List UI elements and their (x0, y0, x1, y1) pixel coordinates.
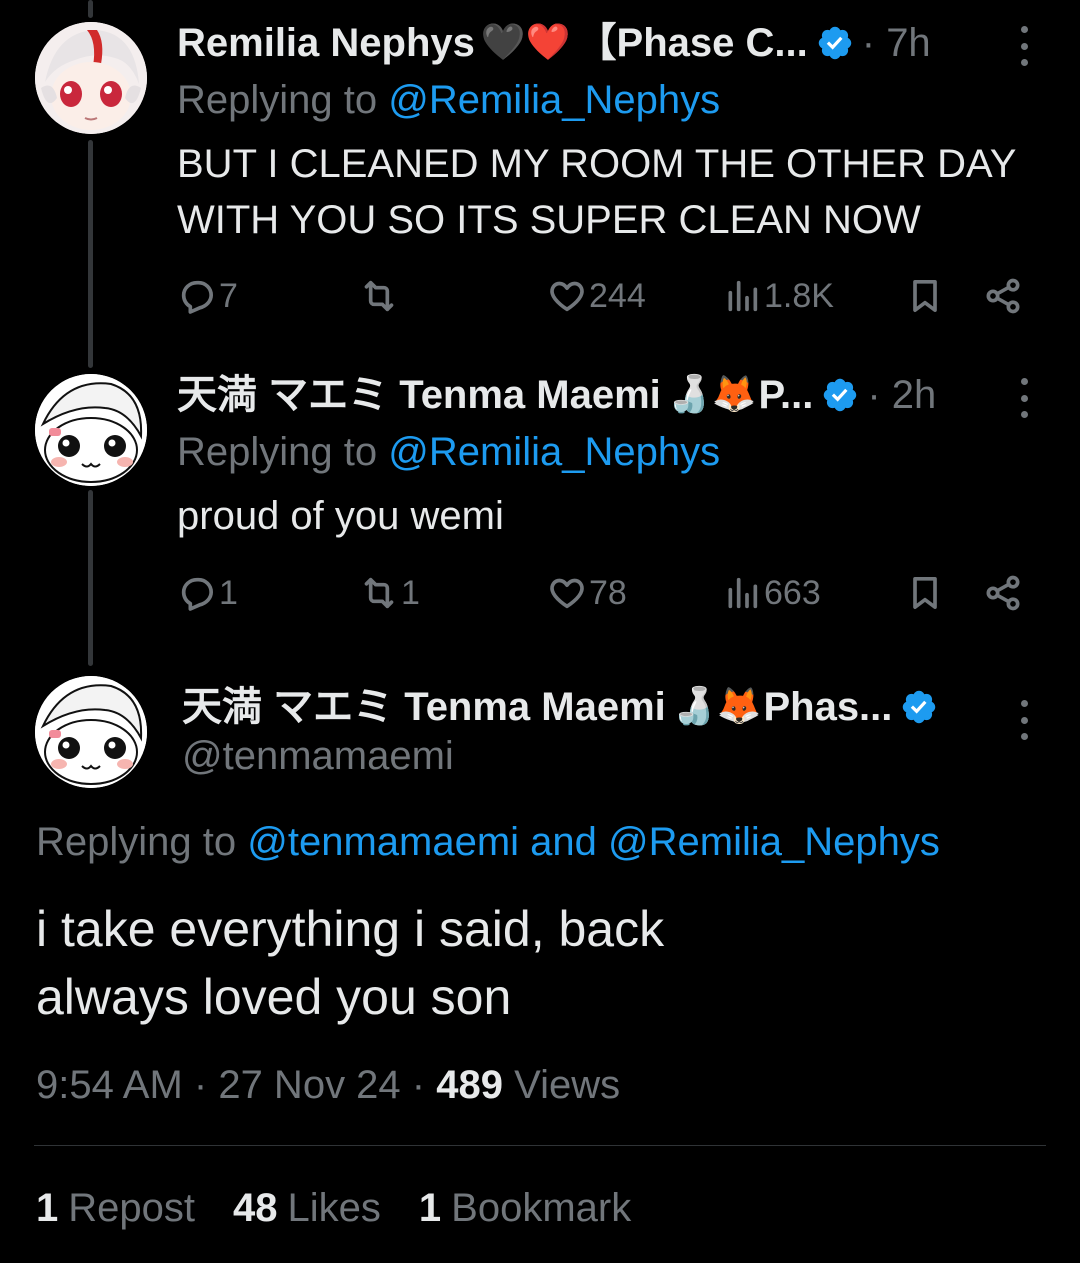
mention-link[interactable]: @Remilia_Nephys (388, 430, 720, 474)
display-name[interactable]: Remilia Nephys (177, 20, 475, 66)
tweet-meta: 9:54 AM · 27 Nov 24 · 489 Views (36, 1063, 621, 1107)
bookmark-icon (913, 577, 937, 609)
reply-button[interactable]: 1 (177, 571, 238, 615)
focal-header: 天満 マエミ Tenma Maemi 🍶🦊 Phas... (182, 684, 938, 730)
tweet-actions: 1 1 78 663 (177, 571, 1037, 615)
tweet-time[interactable]: · 2h (867, 372, 936, 418)
share-icon (986, 278, 1020, 314)
replying-to: Replying to @tenmamaemi and @Remilia_Nep… (36, 820, 940, 864)
tweet-text: BUT I CLEANED MY ROOM THE OTHER DAY WITH… (177, 142, 1017, 242)
likes-stat[interactable]: 48 Likes (233, 1186, 381, 1231)
views-button[interactable]: 1.8K (722, 274, 834, 318)
share-button[interactable] (983, 571, 1023, 615)
divider (34, 1145, 1046, 1146)
verified-icon (824, 378, 857, 412)
more-icon[interactable] (1017, 378, 1031, 418)
views-button[interactable]: 663 (722, 571, 821, 615)
display-name-suffix: Phas... (763, 685, 893, 729)
tweet-text: i take everything i said, back always lo… (36, 901, 665, 1025)
like-icon (550, 281, 584, 312)
engagement-stats: 1 Repost 48 Likes 1 Bookmark (36, 1186, 631, 1231)
mention-link[interactable]: @tenmamaemi (247, 820, 519, 864)
display-name-suffix: P... (758, 373, 814, 417)
verified-icon (818, 26, 851, 60)
share-icon (986, 575, 1020, 611)
user-handle[interactable]: @tenmamaemi (182, 734, 454, 779)
repost-button[interactable] (359, 274, 401, 318)
thread-line-1 (88, 140, 93, 368)
reposts-stat[interactable]: 1 Repost (36, 1186, 195, 1231)
display-name-suffix: 【Phase C... (576, 21, 808, 65)
avatar[interactable] (35, 374, 147, 486)
replying-to: Replying to @Remilia_Nephys (177, 430, 721, 474)
views-icon (728, 577, 758, 609)
share-button[interactable] (983, 274, 1023, 318)
mention-link[interactable]: @Remilia_Nephys (608, 820, 940, 864)
views-count: 489 (436, 1063, 503, 1107)
tweet-text: proud of you wemi (177, 494, 504, 538)
replying-to: Replying to @Remilia_Nephys (177, 78, 721, 122)
more-icon[interactable] (1017, 26, 1031, 66)
repost-icon (364, 577, 394, 609)
repost-button[interactable]: 1 (359, 571, 420, 615)
like-button[interactable]: 78 (547, 571, 627, 615)
tweet-actions: 7 244 1.8K (177, 274, 1037, 318)
avatar[interactable] (35, 676, 147, 788)
name-emoji: 🍶🦊 (671, 686, 762, 727)
thread-line-2 (88, 490, 93, 666)
bookmark-button[interactable] (905, 274, 945, 318)
verified-icon (903, 690, 936, 724)
reply-button[interactable]: 7 (177, 274, 238, 318)
display-name[interactable]: 天満 マエミ Tenma Maemi (182, 684, 666, 730)
repost-icon (364, 280, 394, 312)
tweet-header: 天満 マエミ Tenma Maemi 🍶🦊 P... · 2h (177, 372, 936, 418)
tweet-date[interactable]: 27 Nov 24 (218, 1063, 400, 1107)
bookmarks-stat[interactable]: 1 Bookmark (419, 1186, 631, 1231)
like-icon (550, 578, 584, 609)
like-button[interactable]: 244 (547, 274, 646, 318)
thread-line-top (88, 0, 93, 18)
mention-and[interactable]: and (530, 820, 597, 864)
avatar[interactable] (35, 22, 147, 134)
display-name[interactable]: 天満 マエミ Tenma Maemi (177, 372, 661, 418)
more-icon[interactable] (1017, 700, 1031, 740)
tweet-header: Remilia Nephys 🖤❤️ 【Phase C... · 7h (177, 20, 931, 66)
reply-icon (181, 280, 214, 314)
tweet-time[interactable]: · 7h (862, 20, 931, 66)
views-icon (728, 280, 758, 312)
bookmark-button[interactable] (905, 571, 945, 615)
mention-link[interactable]: @Remilia_Nephys (388, 78, 720, 122)
bookmark-icon (913, 280, 937, 312)
views-label: Views (514, 1063, 621, 1107)
reply-icon (181, 577, 214, 611)
tweet-timestamp[interactable]: 9:54 AM (36, 1063, 183, 1107)
name-emoji: 🖤❤️ (480, 22, 571, 63)
name-emoji: 🍶🦊 (666, 374, 757, 415)
